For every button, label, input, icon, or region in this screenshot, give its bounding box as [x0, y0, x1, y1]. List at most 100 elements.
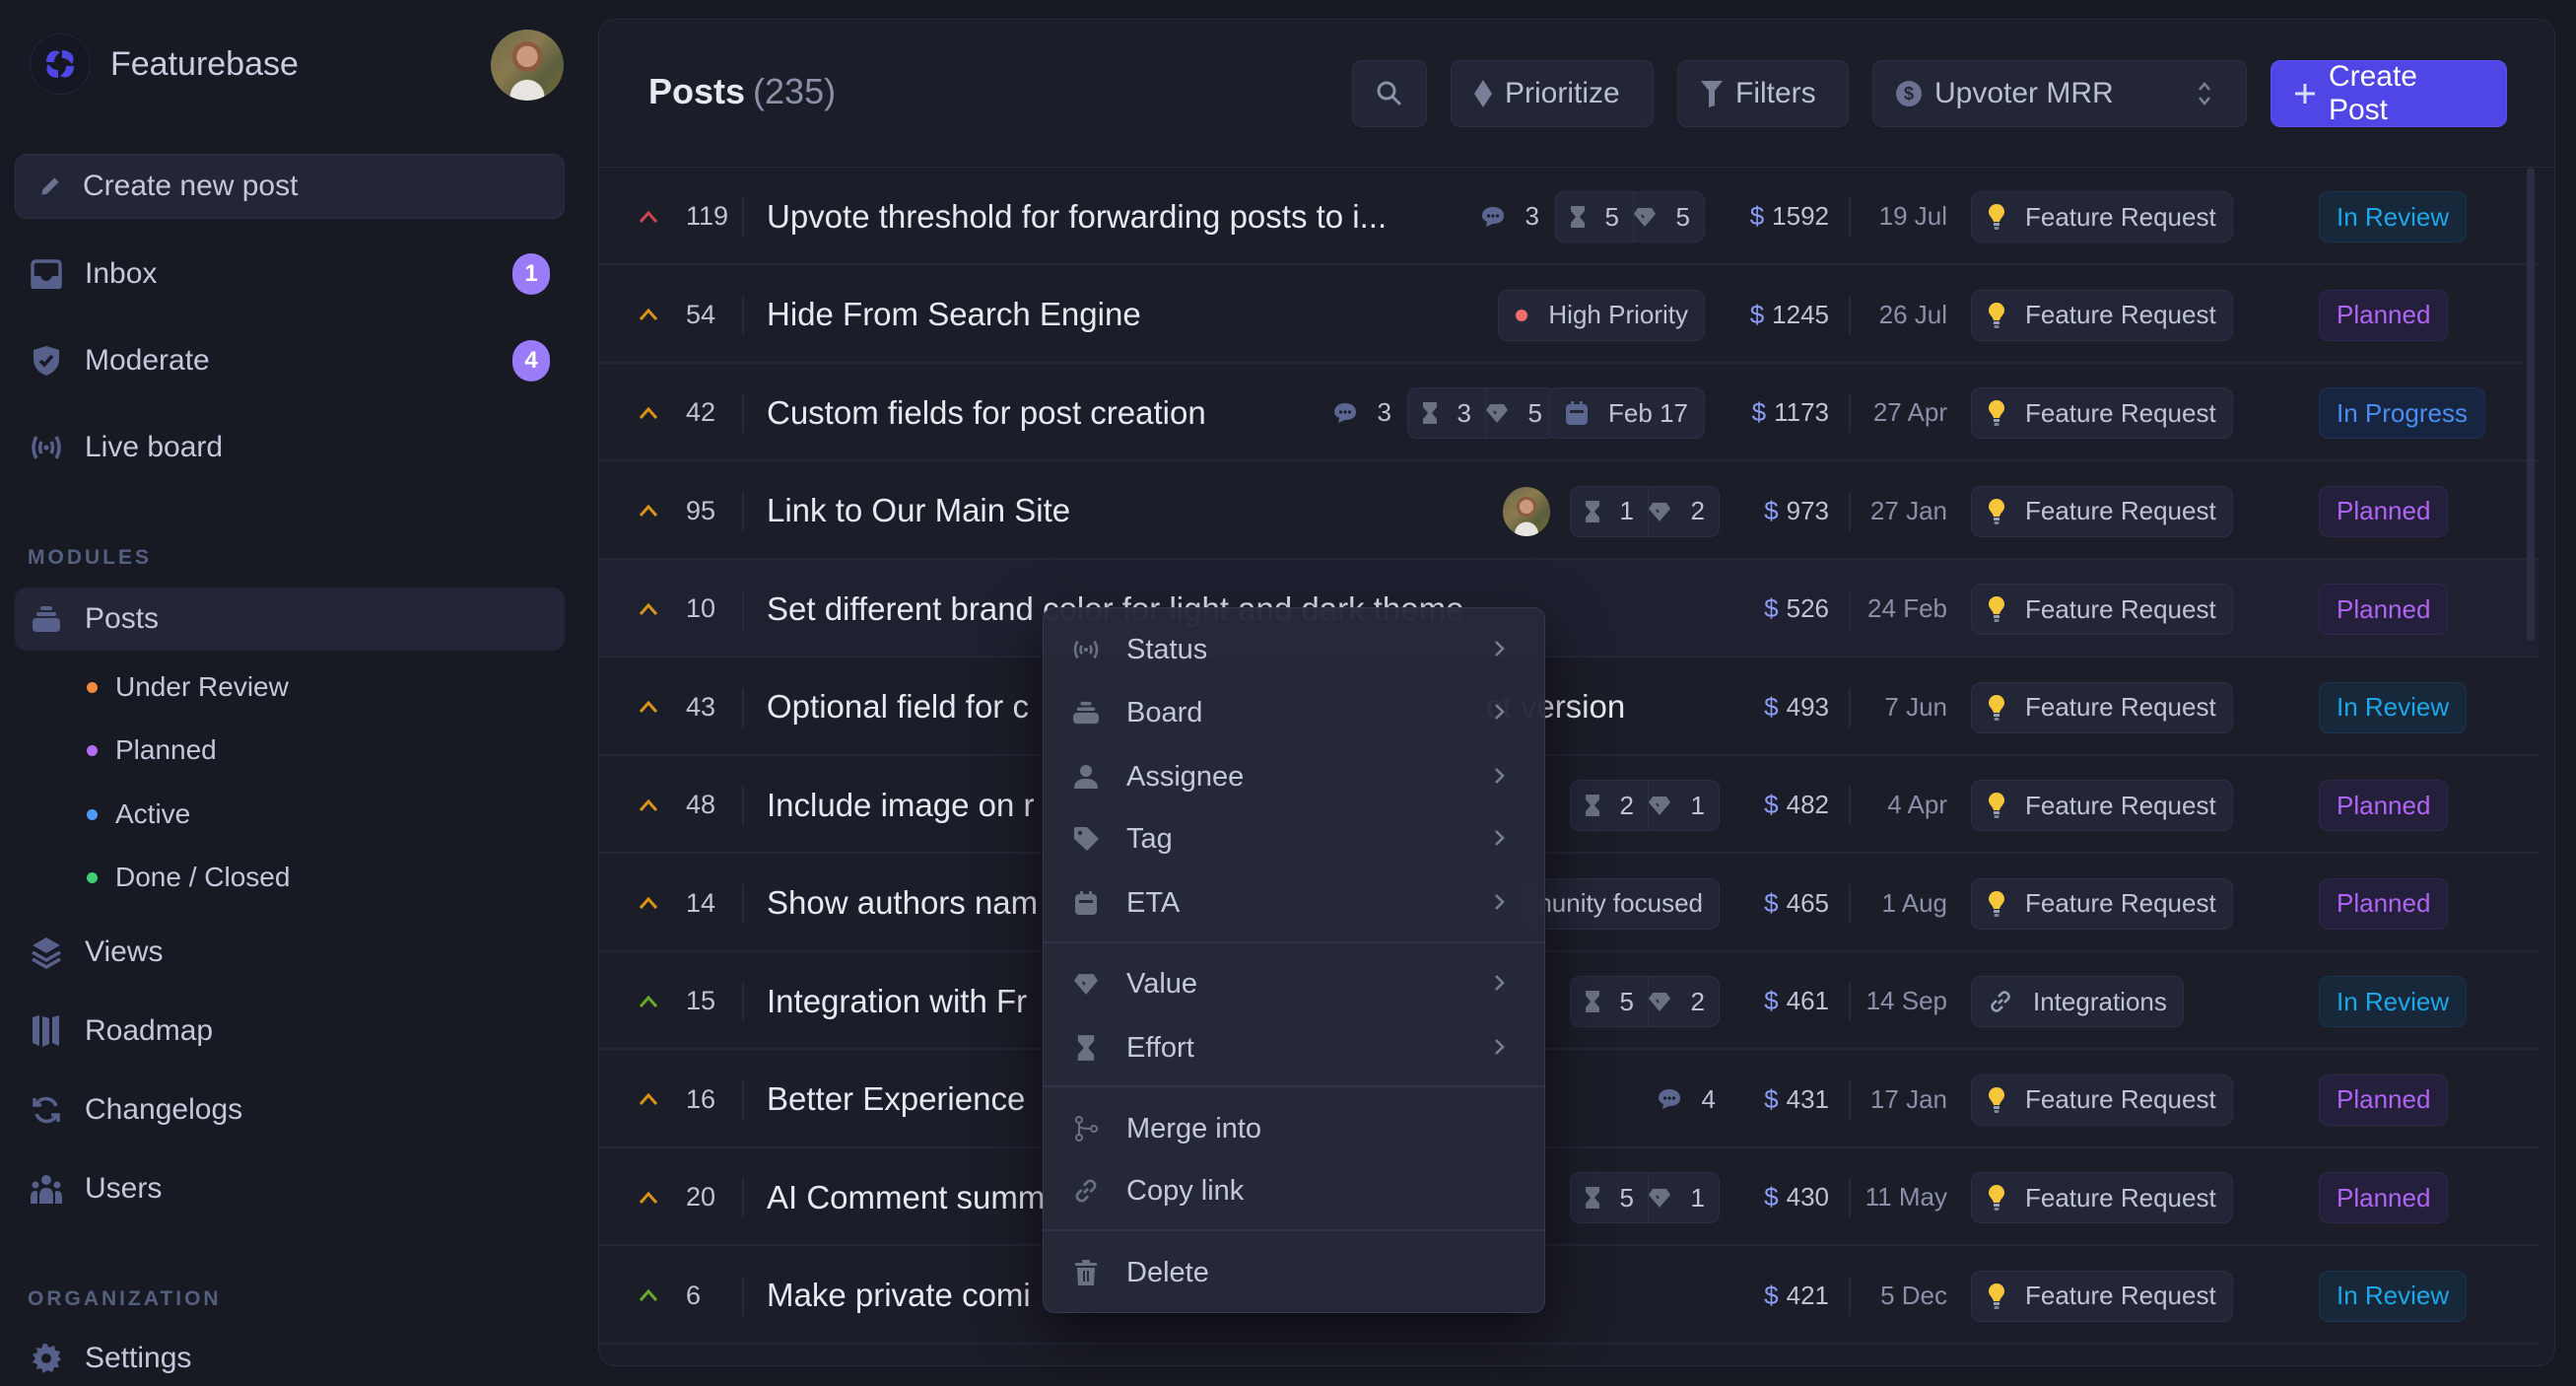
- status-badge[interactable]: In Review: [2319, 191, 2468, 243]
- post-title[interactable]: Make private comi: [767, 1247, 1031, 1345]
- sidebar-status-planned[interactable]: Planned: [87, 728, 217, 772]
- post-row[interactable]: 48 Include image on r Planned Feature Reque…: [599, 756, 2539, 854]
- sidebar-item-changelogs[interactable]: Changelogs: [15, 1078, 565, 1142]
- post-row[interactable]: 43 Optional field for c ct version In Revie…: [599, 658, 2539, 756]
- sidebar-item-views[interactable]: Views: [15, 921, 565, 984]
- sidebar-status-active[interactable]: Active: [87, 793, 190, 836]
- post-title[interactable]: Optional field for c: [767, 658, 1029, 756]
- menu-item-effort[interactable]: Effort: [1044, 1020, 1544, 1075]
- tag-chip[interactable]: Feature Request: [1971, 877, 2233, 930]
- post-row[interactable]: 119 Upvote threshold for forwarding posts…: [599, 168, 2539, 265]
- menu-item-tag[interactable]: Tag: [1044, 811, 1544, 866]
- menu-item-board[interactable]: Board: [1044, 685, 1544, 740]
- status-badge[interactable]: Planned: [2319, 1074, 2449, 1126]
- menu-item-delete[interactable]: Delete: [1044, 1245, 1544, 1300]
- prioritize-button[interactable]: Prioritize: [1451, 60, 1654, 127]
- scrollbar[interactable]: [2527, 168, 2535, 641]
- upvote-button[interactable]: 48: [639, 756, 715, 854]
- tag-chip[interactable]: nunity focused: [1521, 877, 1720, 930]
- status-badge[interactable]: Planned: [2319, 780, 2449, 831]
- status-badge[interactable]: Planned: [2319, 289, 2449, 341]
- tag-chip[interactable]: Feature Request: [1971, 289, 2233, 341]
- upvote-button[interactable]: 16: [639, 1051, 715, 1148]
- tag-chip[interactable]: Integrations: [1971, 976, 2184, 1027]
- status-badge[interactable]: In Review: [2319, 976, 2468, 1027]
- status-badge[interactable]: In Review: [2319, 1270, 2468, 1322]
- post-row[interactable]: 10Set different brand color for light an…: [599, 560, 2539, 658]
- status-badge[interactable]: In Review: [2319, 681, 2468, 733]
- sidebar-item-settings[interactable]: Settings: [15, 1327, 565, 1386]
- tag-chip[interactable]: Feature Request: [1971, 387, 2233, 439]
- status-badge[interactable]: In Progress: [2319, 387, 2485, 439]
- menu-item-value[interactable]: Value: [1044, 956, 1544, 1011]
- menu-item-status[interactable]: Status: [1044, 622, 1544, 677]
- post-row[interactable]: 42 Custom fields for post creation In Prog…: [599, 364, 2539, 461]
- post-row[interactable]: 6 Make private comi In Review Feature Reque…: [599, 1247, 2539, 1345]
- post-title[interactable]: Integration with Fr: [767, 952, 1027, 1050]
- post-title[interactable]: Hide From Search Engine: [767, 266, 1141, 364]
- upvote-button[interactable]: 20: [639, 1148, 715, 1246]
- sidebar-item-posts[interactable]: Posts: [15, 588, 565, 651]
- sidebar-status-under-review[interactable]: Under Review: [87, 665, 289, 709]
- search-button[interactable]: [1352, 60, 1427, 127]
- upvote-button[interactable]: 10: [639, 560, 715, 658]
- menu-item-eta[interactable]: ETA: [1044, 875, 1544, 931]
- create-post-button[interactable]: Create Post: [2271, 60, 2507, 127]
- brand[interactable]: Featurebase: [30, 30, 299, 99]
- effort-chip[interactable]: 2: [1569, 780, 1649, 831]
- tag-chip[interactable]: Feature Request: [1971, 191, 2233, 243]
- post-title[interactable]: Custom fields for post creation: [767, 364, 1206, 461]
- upvote-button[interactable]: 15: [639, 952, 715, 1050]
- post-row[interactable]: 15 Integration with Fr In Review Integratio…: [599, 952, 2539, 1050]
- post-title[interactable]: AI Comment summ: [767, 1148, 1045, 1246]
- priority-chip[interactable]: High Priority: [1498, 289, 1705, 341]
- upvote-button[interactable]: 119: [639, 168, 728, 265]
- sidebar-item-live-board[interactable]: Live board: [15, 416, 565, 479]
- tag-chip[interactable]: Feature Request: [1971, 584, 2233, 635]
- tag-chip[interactable]: Feature Request: [1971, 780, 2233, 831]
- tag-chip[interactable]: Feature Request: [1971, 1172, 2233, 1223]
- menu-item-assignee[interactable]: Assignee: [1044, 749, 1544, 804]
- post-row[interactable]: 20 AI Comment summ Planned Feature Request 1…: [599, 1148, 2539, 1246]
- menu-item-copy-link[interactable]: Copy link: [1044, 1163, 1544, 1218]
- effort-chip[interactable]: 3: [1406, 387, 1486, 439]
- post-title[interactable]: Link to Our Main Site: [767, 462, 1070, 560]
- post-row[interactable]: 14 Show authors nam Planned Feature Request…: [599, 855, 2539, 952]
- post-row[interactable]: 54 Hide From Search Engine Planned Feature …: [599, 266, 2539, 364]
- status-badge[interactable]: Planned: [2319, 877, 2449, 930]
- create-new-post-button[interactable]: Create new post: [15, 154, 565, 219]
- user-avatar[interactable]: [491, 30, 564, 101]
- sidebar-status-done-closed[interactable]: Done / Closed: [87, 856, 290, 899]
- effort-chip[interactable]: 5: [1569, 1172, 1649, 1223]
- post-title[interactable]: Include image on r: [767, 756, 1035, 854]
- tag-chip[interactable]: Feature Request: [1971, 485, 2233, 537]
- upvote-button[interactable]: 14: [639, 855, 715, 952]
- post-title[interactable]: Show authors nam: [767, 855, 1038, 952]
- upvote-button[interactable]: 95: [639, 462, 715, 560]
- sidebar-item-moderate[interactable]: Moderate 4: [15, 329, 565, 392]
- filters-button[interactable]: Filters: [1677, 60, 1849, 127]
- post-row[interactable]: 95 Link to Our Main Site Planned Feature Re…: [599, 462, 2539, 560]
- sidebar-item-inbox[interactable]: Inbox 1: [15, 243, 565, 306]
- status-badge[interactable]: Planned: [2319, 1172, 2449, 1223]
- effort-chip[interactable]: 5: [1554, 191, 1634, 243]
- effort-chip[interactable]: 1: [1569, 485, 1649, 537]
- sidebar-item-users[interactable]: Users: [15, 1157, 565, 1220]
- tag-chip[interactable]: Feature Request: [1971, 1270, 2233, 1322]
- upvote-button[interactable]: 54: [639, 266, 715, 364]
- post-title[interactable]: Better Experience: [767, 1051, 1025, 1148]
- upvote-button[interactable]: 42: [639, 364, 715, 461]
- status-badge[interactable]: Planned: [2319, 584, 2449, 635]
- menu-item-merge-into[interactable]: Merge into: [1044, 1101, 1544, 1156]
- sort-select[interactable]: $ Upvoter MRR: [1872, 60, 2247, 127]
- post-row[interactable]: 16 Better Experience Planned Feature Reques…: [599, 1051, 2539, 1148]
- eta-chip[interactable]: Feb 17: [1548, 387, 1705, 439]
- tag-chip[interactable]: Feature Request: [1971, 1074, 2233, 1126]
- sidebar-item-roadmap[interactable]: Roadmap: [15, 1000, 565, 1063]
- tag-chip[interactable]: Feature Request: [1971, 681, 2233, 733]
- status-badge[interactable]: Planned: [2319, 485, 2449, 537]
- post-title[interactable]: Upvote threshold for forwarding posts to…: [767, 168, 1387, 265]
- effort-chip[interactable]: 5: [1569, 976, 1649, 1027]
- assignee-avatar[interactable]: [1503, 486, 1550, 536]
- upvote-button[interactable]: 6: [639, 1247, 701, 1345]
